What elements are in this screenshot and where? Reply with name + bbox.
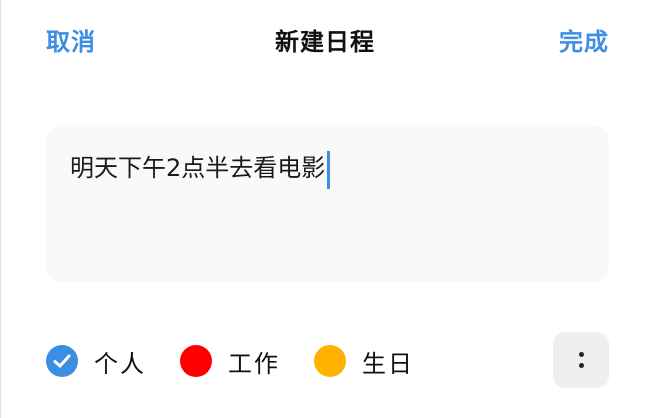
category-label: 工作 [228,349,280,378]
red-dot-icon [180,345,212,377]
category-label: 生日 [362,349,414,378]
new-event-screen: 取消 新建日程 完成 明天下午2点半去看电影 个人 工作 生日 [0,0,648,418]
cancel-button[interactable]: 取消 [46,22,96,57]
check-icon [46,345,78,377]
event-text-value: 明天下午2点半去看电影 [70,154,326,182]
category-birthday[interactable]: 生日 [314,344,414,379]
event-text-input[interactable]: 明天下午2点半去看电影 [46,125,609,282]
page-title-wrap: 新建日程 [1,22,648,57]
category-personal[interactable]: 个人 [46,344,146,379]
category-selector: 个人 工作 生日 [46,332,448,390]
text-caret [327,150,331,189]
more-vertical-icon-dot [578,363,584,368]
page-title: 新建日程 [275,28,375,56]
more-options-button[interactable] [553,332,609,388]
yellow-dot-icon [314,345,346,377]
category-work[interactable]: 工作 [180,344,280,379]
done-button[interactable]: 完成 [559,22,609,57]
top-bar: 取消 新建日程 完成 [1,0,648,80]
category-label: 个人 [94,349,146,378]
more-vertical-icon [578,352,584,357]
